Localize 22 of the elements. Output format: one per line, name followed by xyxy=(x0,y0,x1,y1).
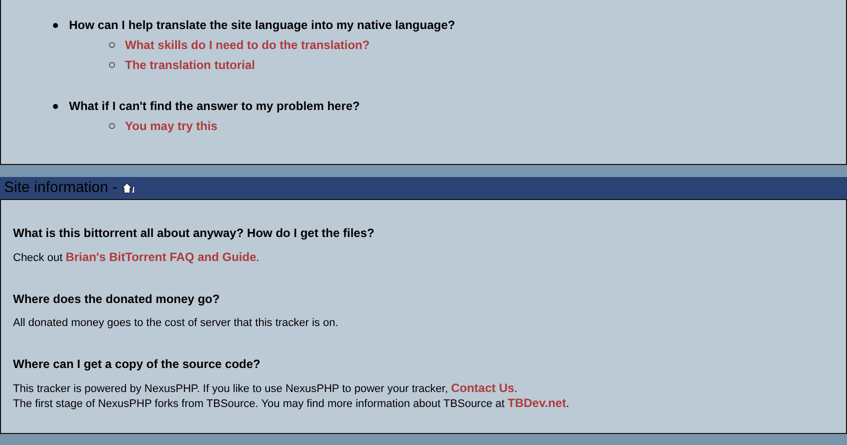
faq-question: What is this bittorrent all about anyway? How do I get the files? xyxy=(13,225,376,240)
bullet-icon xyxy=(53,22,58,28)
section-title: Site information - xyxy=(4,178,118,198)
bullet-icon xyxy=(53,104,58,108)
answer-link[interactable]: Contact Us xyxy=(450,381,514,395)
bullet-icon xyxy=(109,123,115,129)
faq-question: What if I can't find the answer to my problem here? xyxy=(69,98,360,115)
faq-link[interactable]: The translation tutorial xyxy=(125,56,256,74)
faq-question: Where can I get a copy of the source code? xyxy=(13,356,262,371)
answer-link[interactable]: TBDev.net xyxy=(508,396,566,410)
faq-link[interactable]: What skills do I need to do the translation? xyxy=(125,36,370,54)
faq-question: Where does the donated money go? xyxy=(13,291,221,306)
faq-link[interactable]: You may try this xyxy=(125,117,218,135)
faq-question: How can I help translate the site language into my native language? xyxy=(69,17,456,34)
bullet-icon xyxy=(109,62,115,68)
answer-text: Check out Brian's BitTorrent FAQ and Guide. xyxy=(13,250,260,265)
answer-text: This tracker is powered by NexusPHP. If you like to use NexusPHP to power your tracker, Contact Us. xyxy=(13,381,518,396)
answer-link[interactable]: Brian's BitTorrent FAQ and Guide xyxy=(66,250,256,264)
home-icon[interactable] xyxy=(121,182,136,194)
answer-text: The first stage of NexusPHP forks from TBSource. You may find more information about TBSource at TBDev.net. xyxy=(13,396,570,411)
bullet-icon xyxy=(109,42,115,48)
answer-text: All donated money goes to the cost of server that this tracker is on. xyxy=(13,316,340,330)
